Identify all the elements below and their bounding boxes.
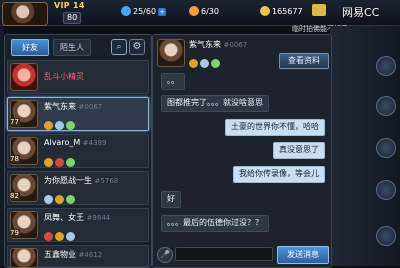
- chat-message: 我给你传录像，等会儿: [233, 166, 325, 183]
- settings-icon[interactable]: ⚙: [129, 39, 145, 55]
- coins-value: 165677: [272, 7, 303, 16]
- brand-watermark: 网易CC: [342, 6, 380, 19]
- player-level: 80: [63, 12, 82, 24]
- friend-item[interactable]: 五鑫物业 #4612: [7, 245, 149, 268]
- tab-strangers[interactable]: 陌生人: [53, 39, 91, 56]
- view-profile-button[interactable]: 查看资料: [279, 53, 329, 69]
- tab-friends[interactable]: 好友: [11, 39, 49, 56]
- chat-message: 真没意思了: [273, 142, 325, 159]
- chat-message: 。。。最后的伍德你过没？？: [161, 215, 269, 232]
- friend-avatar: [10, 63, 38, 91]
- energy-stat: 6/30: [189, 6, 219, 17]
- chat-message: 。。: [161, 73, 185, 90]
- friend-item[interactable]: 79 凤舞、女王 #9844: [7, 208, 149, 242]
- chat-message: 土豪的世界你不懂，哈哈: [225, 119, 325, 136]
- friend-item[interactable]: 乱斗小精灵: [7, 60, 149, 94]
- friend-name: 紫气东来 #0067: [44, 102, 103, 111]
- send-message-button[interactable]: 发送消息: [277, 246, 329, 264]
- friend-badges: [44, 152, 77, 167]
- add-stamina-button[interactable]: +: [158, 8, 167, 16]
- friend-list-panel: 好友 陌生人 ⌕ ⚙ 乱斗小精灵 77 紫气东来 #0067 78 Alvaro…: [4, 34, 152, 268]
- friend-level: 78: [9, 155, 20, 163]
- side-menu-icon[interactable]: [376, 96, 396, 116]
- right-background: [330, 26, 400, 266]
- friend-badges: [44, 226, 77, 241]
- friend-name: 凤舞、女王 #9844: [44, 213, 111, 222]
- crown-icon[interactable]: [312, 4, 326, 16]
- player-avatar[interactable]: [2, 2, 48, 26]
- chat-partner-avatar[interactable]: [157, 39, 185, 67]
- coin-icon: [260, 6, 270, 16]
- chat-message: 图都推完了。。。就没啥意思: [161, 95, 269, 112]
- coins-stat: 165677: [260, 6, 303, 17]
- microphone-icon[interactable]: 🎤: [157, 247, 173, 263]
- friend-badges: [44, 115, 77, 130]
- friend-badges: [44, 189, 77, 204]
- friend-name: 为你愿战一生 #5768: [44, 176, 119, 185]
- friend-level: 77: [9, 118, 20, 126]
- side-menu-icon[interactable]: [376, 180, 396, 200]
- stamina-icon: [121, 6, 131, 16]
- friend-item[interactable]: 82 为你愿战一生 #5768: [7, 171, 149, 205]
- chat-panel: 紫气东来 #0067 查看资料 。。 图都推完了。。。就没啥意思 土豪的世界你不…: [152, 34, 332, 268]
- side-menu-icon[interactable]: [376, 226, 396, 246]
- chat-partner-badges: [189, 53, 222, 72]
- crown-stat[interactable]: [312, 4, 328, 17]
- friend-avatar: [10, 248, 38, 268]
- top-bar: VIP 14 80 25/60 + 6/30 165677 网易CC: [0, 0, 400, 26]
- stamina-value: 25/60: [133, 7, 157, 16]
- stamina-stat: 25/60 +: [121, 6, 167, 17]
- search-friend-icon[interactable]: ⌕: [111, 39, 127, 55]
- friend-item[interactable]: 77 紫气东来 #0067: [7, 97, 149, 131]
- friend-level: 82: [9, 192, 20, 200]
- side-menu-icon[interactable]: [376, 56, 396, 76]
- chat-input[interactable]: [175, 247, 273, 261]
- side-menu-icon[interactable]: [376, 138, 396, 158]
- vip-label: VIP 14: [54, 1, 85, 10]
- friend-name: 乱斗小精灵: [44, 72, 84, 81]
- chat-message: 好: [161, 191, 181, 208]
- friend-level: 79: [9, 229, 20, 237]
- energy-value: 6/30: [201, 7, 219, 16]
- energy-icon: [189, 6, 199, 16]
- chat-partner-name: 紫气东来 #0067: [189, 40, 248, 49]
- friend-name: Alvaro_M #4389: [44, 138, 107, 147]
- friend-item[interactable]: 78 Alvaro_M #4389: [7, 134, 149, 168]
- friend-name: 五鑫物业 #4612: [44, 250, 103, 259]
